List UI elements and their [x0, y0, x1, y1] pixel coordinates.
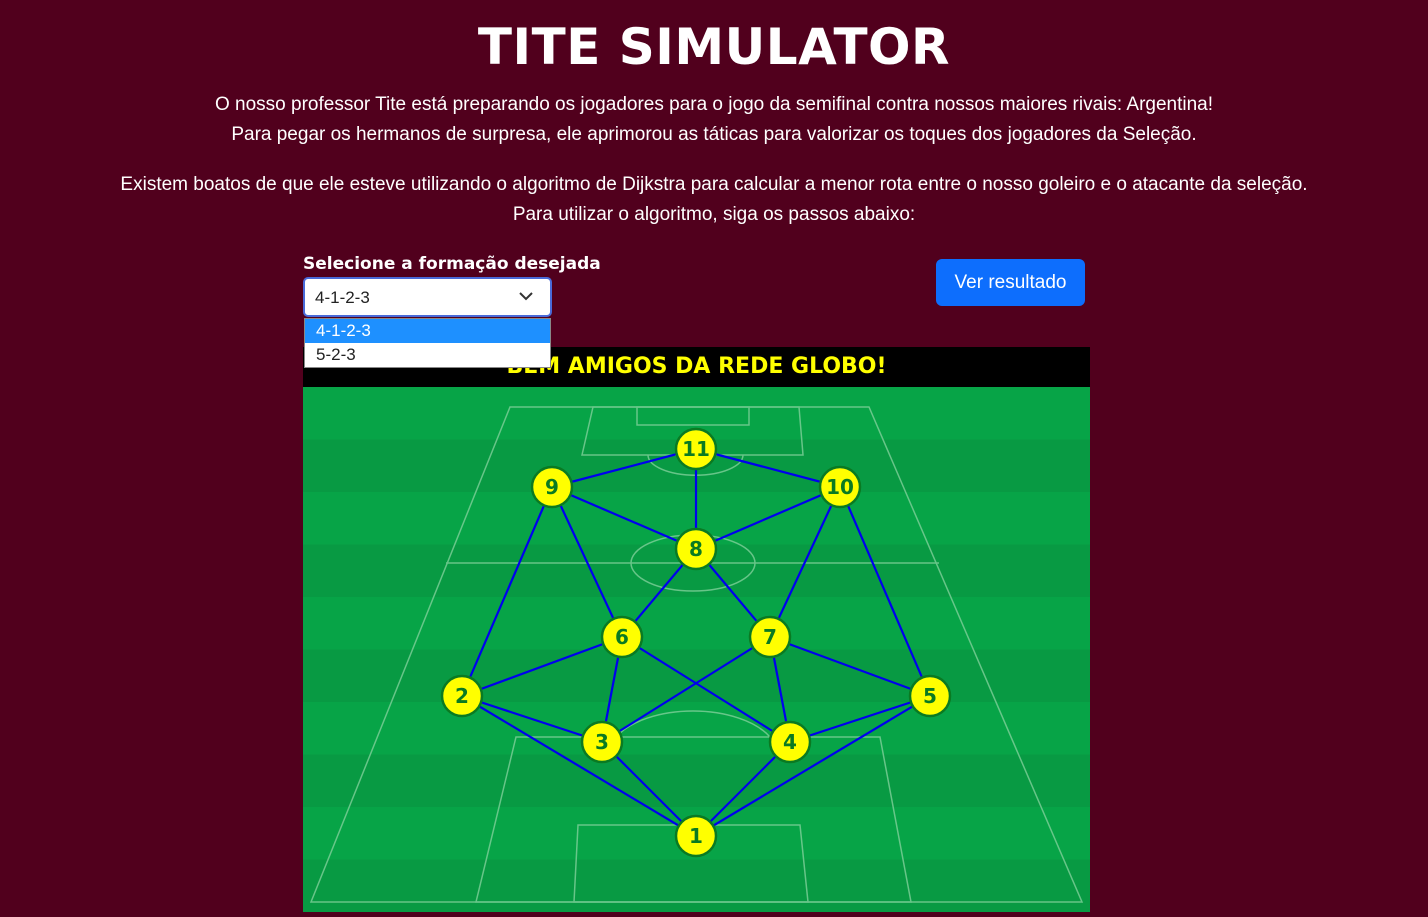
- pitch-stripe: [303, 649, 1090, 702]
- player-node-9: 9: [530, 465, 574, 509]
- pitch-stripe: [303, 859, 1090, 912]
- player-number: 9: [545, 475, 559, 499]
- formation-label: Selecione a formação desejada: [303, 254, 601, 274]
- formation-option-5-2-3[interactable]: 5-2-3: [305, 343, 550, 367]
- player-number: 1: [689, 824, 703, 848]
- formation-select[interactable]: 4-1-2-3: [303, 277, 552, 317]
- intro-line-2: Para pegar os hermanos de surpresa, ele …: [231, 124, 1197, 145]
- soccer-field: 1 2 3 4 5 6 7 8 9 10 11: [303, 387, 1090, 912]
- pitch-stripe: [303, 754, 1090, 807]
- player-number: 11: [682, 437, 710, 461]
- player-number: 4: [783, 730, 797, 754]
- player-number: 3: [595, 730, 609, 754]
- player-number: 5: [923, 684, 937, 708]
- player-node-11: 11: [674, 427, 718, 471]
- player-node-4: 4: [768, 720, 812, 764]
- player-node-6: 6: [600, 615, 644, 659]
- view-result-button[interactable]: Ver resultado: [936, 259, 1085, 306]
- player-number: 6: [615, 625, 629, 649]
- instructions-text: Existem boatos de que ele esteve utiliza…: [0, 170, 1428, 230]
- player-number: 10: [826, 475, 854, 499]
- player-number: 7: [763, 625, 777, 649]
- pitch-stripe: [303, 702, 1090, 755]
- page-title: TITE SIMULATOR: [477, 18, 951, 76]
- player-node-5: 5: [908, 674, 952, 718]
- pitch-stripe: [303, 597, 1090, 650]
- player-node-1: 1: [674, 814, 718, 858]
- formation-option-4-1-2-3[interactable]: 4-1-2-3: [305, 319, 550, 343]
- formation-selected-value: 4-1-2-3: [315, 288, 370, 307]
- player-number: 8: [689, 537, 703, 561]
- pitch-graph: 1 2 3 4 5 6 7 8 9 10 11: [303, 387, 1090, 912]
- player-node-8: 8: [674, 527, 718, 571]
- intro-text: O nosso professor Tite está preparando o…: [0, 90, 1428, 150]
- intro-line-4: Para utilizar o algoritmo, siga os passo…: [512, 204, 916, 225]
- intro-line-3: Existem boatos de que ele esteve utiliza…: [120, 174, 1308, 195]
- page: TITE SIMULATOR O nosso professor Tite es…: [0, 0, 1428, 917]
- intro-line-1: O nosso professor Tite está preparando o…: [214, 94, 1214, 115]
- player-node-3: 3: [580, 720, 624, 764]
- player-node-7: 7: [748, 615, 792, 659]
- player-number: 2: [455, 684, 469, 708]
- chevron-down-icon: [519, 292, 533, 301]
- player-node-10: 10: [818, 465, 862, 509]
- formation-dropdown: 4-1-2-3 5-2-3: [304, 318, 551, 368]
- player-node-2: 2: [440, 674, 484, 718]
